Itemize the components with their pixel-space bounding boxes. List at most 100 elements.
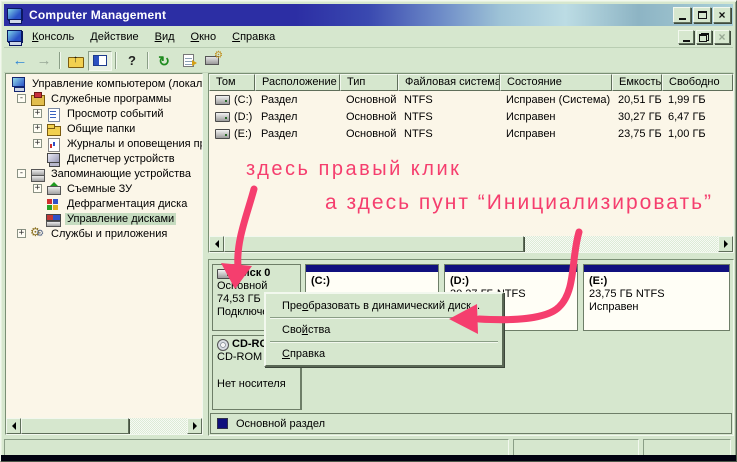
tree-item-services-applications[interactable]: +Службы и приложения xyxy=(6,226,202,241)
scroll-right-button[interactable] xyxy=(187,418,202,434)
scroll-left-button[interactable] xyxy=(209,236,224,252)
scroll-right-icon xyxy=(724,240,728,248)
volume-list-pane: Том Расположение Тип Файловая система Со… xyxy=(208,73,734,253)
expand-expander[interactable]: + xyxy=(33,139,42,148)
tree-item-label: Съемные ЗУ xyxy=(65,183,134,195)
tree-item-defrag[interactable]: Дефрагментация диска xyxy=(6,196,202,211)
tree-item-label: Дефрагментация диска xyxy=(65,198,189,210)
tree-item-storage[interactable]: -Запоминающие устройства xyxy=(6,166,202,181)
mdi-close-button[interactable]: × xyxy=(714,30,730,44)
volume-row-e[interactable]: (E:) Раздел Основной NTFS Исправен 23,75… xyxy=(209,125,733,142)
removable-storage-icon xyxy=(46,182,62,196)
scroll-left-icon xyxy=(12,422,16,430)
toolbar-separator xyxy=(147,52,149,69)
disk-management-icon xyxy=(46,212,62,226)
mdi-restore-icon xyxy=(699,33,709,42)
tree-item-removable-storage[interactable]: + Съемные ЗУ xyxy=(6,181,202,196)
partition-color-bar xyxy=(584,265,729,273)
expand-expander[interactable]: + xyxy=(33,124,42,133)
tree-item-label: Просмотр событий xyxy=(65,108,166,120)
partition-name: (C:) xyxy=(311,275,438,288)
mdi-restore-button[interactable] xyxy=(696,30,712,44)
partition-color-bar xyxy=(445,265,577,273)
tree-item-system-tools[interactable]: -Служебные программы xyxy=(6,91,202,106)
up-folder-icon xyxy=(68,55,84,67)
tree-item-shared-folders[interactable]: + Общие папки xyxy=(6,121,202,136)
volume-drive-icon xyxy=(215,129,230,139)
partition-status: Исправен xyxy=(589,301,729,314)
column-header-filesystem[interactable]: Файловая система xyxy=(398,74,500,91)
toolbar: ← → ? ↻ xyxy=(4,49,733,73)
menu-view[interactable]: Вид xyxy=(147,28,183,46)
tree-item-label: Управление дисками xyxy=(65,213,176,225)
mdi-minimize-icon xyxy=(683,40,690,42)
scroll-right-button[interactable] xyxy=(718,236,733,252)
partition-color-bar xyxy=(306,265,438,273)
volume-status: Исправен xyxy=(500,128,612,140)
primary-partition-swatch xyxy=(217,418,228,429)
scrollbar-thumb[interactable] xyxy=(224,236,524,252)
maximize-button[interactable] xyxy=(693,7,711,23)
back-arrow-icon: ← xyxy=(13,53,28,68)
export-list-button[interactable] xyxy=(176,51,200,71)
forward-button[interactable]: → xyxy=(32,51,56,71)
partition-name: (E:) xyxy=(589,275,729,288)
close-button[interactable]: × xyxy=(713,7,731,23)
tree-item-event-viewer[interactable]: + Просмотр событий xyxy=(6,106,202,121)
column-header-volume[interactable]: Том xyxy=(209,74,255,91)
shared-folders-icon xyxy=(46,122,62,136)
toolbar-separator xyxy=(115,52,117,69)
scroll-left-button[interactable] xyxy=(6,418,21,434)
column-header-status[interactable]: Состояние xyxy=(500,74,612,91)
volume-row-c[interactable]: (C:) Раздел Основной NTFS Исправен (Сист… xyxy=(209,91,733,108)
tree-item-computer-management[interactable]: Управление компьютером (локаль xyxy=(6,76,202,91)
disk-manage-button[interactable] xyxy=(200,51,224,71)
maximize-icon xyxy=(698,11,707,19)
list-horizontal-scrollbar[interactable] xyxy=(209,236,733,252)
refresh-button[interactable]: ↻ xyxy=(152,51,176,71)
column-header-layout[interactable]: Расположение xyxy=(255,74,340,91)
services-icon xyxy=(30,227,46,241)
column-header-free[interactable]: Свободно xyxy=(662,74,733,91)
minimize-button[interactable] xyxy=(673,7,691,23)
partition-e[interactable]: (E:) 23,75 ГБ NTFS Исправен xyxy=(583,264,730,331)
console-tree-icon xyxy=(93,55,107,66)
column-header-capacity[interactable]: Емкость xyxy=(612,74,662,91)
tree-item-label: Управление компьютером (локаль xyxy=(30,78,203,90)
volume-filesystem: NTFS xyxy=(398,128,500,140)
expand-expander[interactable]: + xyxy=(33,109,42,118)
up-one-level-button[interactable] xyxy=(64,51,88,71)
menu-help[interactable]: Справка xyxy=(224,28,283,46)
forward-arrow-icon: → xyxy=(37,53,52,68)
tree-item-device-manager[interactable]: Диспетчер устройств xyxy=(6,151,202,166)
show-console-tree-button[interactable] xyxy=(88,51,112,71)
device-manager-icon xyxy=(46,152,62,166)
volume-filesystem: NTFS xyxy=(398,111,500,123)
menu-item-properties[interactable]: Свойства xyxy=(266,320,502,340)
minimize-icon xyxy=(679,18,686,20)
console-window-icon xyxy=(7,30,24,45)
tree-item-performance-logs[interactable]: +Журналы и оповещения пр xyxy=(6,136,202,151)
tree-item-label: Общие папки xyxy=(65,123,137,135)
column-header-type[interactable]: Тип xyxy=(340,74,398,91)
volume-row-d[interactable]: (D:) Раздел Основной NTFS Исправен 30,27… xyxy=(209,108,733,125)
menu-window[interactable]: Окно xyxy=(183,28,225,46)
expand-expander[interactable]: + xyxy=(17,229,26,238)
collapse-expander[interactable]: - xyxy=(17,169,26,178)
legend-label: Основной раздел xyxy=(236,418,325,430)
menu-console[interactable]: Консоль xyxy=(24,28,82,46)
volume-drive-icon xyxy=(215,112,230,122)
menu-item-convert-to-dynamic-disk[interactable]: Преобразовать в динамический диск... xyxy=(266,296,502,316)
menu-action[interactable]: Действие xyxy=(82,28,146,46)
volume-capacity: 20,51 ГБ xyxy=(612,94,662,106)
mdi-minimize-button[interactable] xyxy=(678,30,694,44)
collapse-expander[interactable]: - xyxy=(17,94,26,103)
status-cell xyxy=(513,439,639,456)
back-button[interactable]: ← xyxy=(8,51,32,71)
scrollbar-thumb[interactable] xyxy=(21,418,129,434)
menu-item-help[interactable]: Справка xyxy=(266,344,502,364)
expand-expander[interactable]: + xyxy=(33,184,42,193)
help-button[interactable]: ? xyxy=(120,51,144,71)
volume-layout: Раздел xyxy=(255,94,340,106)
tree-horizontal-scrollbar[interactable] xyxy=(6,418,202,434)
